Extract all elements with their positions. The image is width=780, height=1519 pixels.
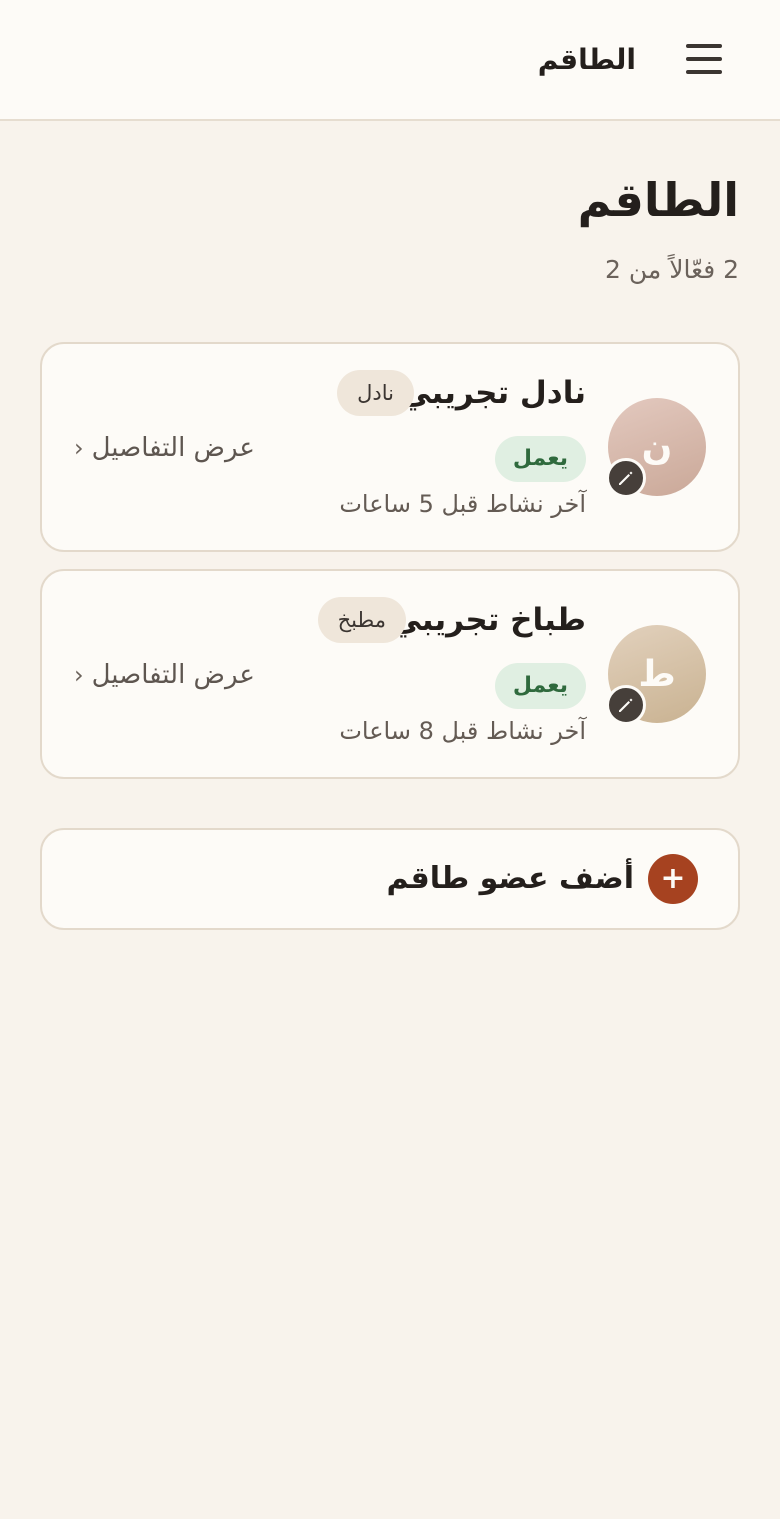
add-member-label: أضف عضو طاقم: [386, 861, 634, 896]
top-bar-title: الطاقم: [537, 43, 636, 76]
menu-line: [686, 70, 722, 74]
view-details-link[interactable]: عرض التفاصيل ‹: [74, 430, 255, 466]
staff-card[interactable]: ط طباخ تجريبي مطبخ يعمل آخر نشاط قبل 8 س…: [40, 569, 740, 779]
status-badge: يعمل: [494, 663, 586, 709]
last-active-text: آخر نشاط قبل 5 ساعات: [339, 490, 586, 518]
plus-icon: +: [648, 854, 698, 904]
view-details-label: عرض التفاصيل: [91, 433, 255, 463]
menu-line: [686, 57, 722, 61]
role-chip: مطبخ: [317, 597, 406, 643]
staff-card[interactable]: ن نادل تجريبي نادل يعمل آخر نشاط قبل 5 س…: [40, 342, 740, 552]
member-name: طباخ تجريبي: [390, 602, 586, 638]
view-details-label: عرض التفاصيل: [91, 660, 255, 690]
avatar-initial: ط: [638, 653, 676, 695]
status-badge: يعمل: [494, 436, 586, 482]
chevron-left-icon: ‹: [74, 434, 84, 462]
pencil-icon[interactable]: [606, 458, 646, 498]
role-chip: نادل: [337, 370, 414, 416]
pencil-glyph: [619, 471, 633, 485]
hamburger-menu-icon[interactable]: [684, 40, 724, 78]
top-bar: الطاقم: [0, 0, 780, 121]
view-details-link[interactable]: عرض التفاصيل ‹: [74, 657, 255, 693]
menu-line: [686, 44, 722, 48]
add-member-button[interactable]: + أضف عضو طاقم: [40, 828, 740, 930]
pencil-icon[interactable]: [606, 685, 646, 725]
member-name: نادل تجريبي: [400, 375, 586, 411]
last-active-text: آخر نشاط قبل 8 ساعات: [339, 717, 586, 745]
pencil-glyph: [619, 698, 633, 712]
active-count: 2 فعّالاً من 2: [605, 255, 739, 284]
page-title: الطاقم: [577, 173, 739, 227]
chevron-left-icon: ‹: [74, 661, 84, 689]
avatar-initial: ن: [641, 426, 673, 468]
